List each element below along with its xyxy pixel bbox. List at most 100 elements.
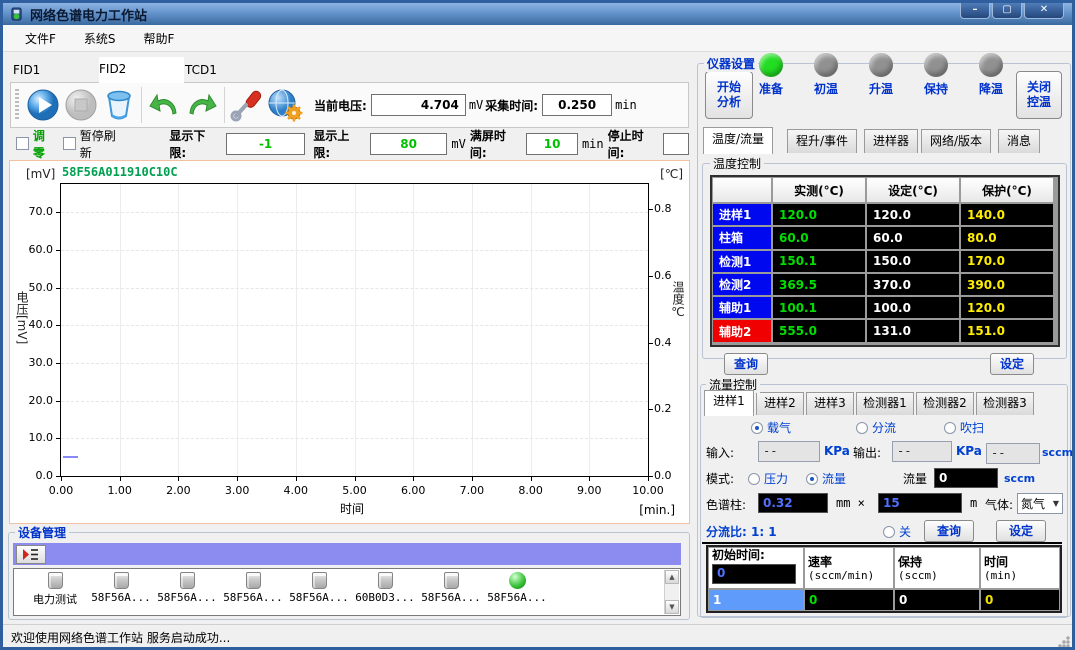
temp-query-button[interactable]: 查询 bbox=[724, 353, 768, 375]
y-tick-mark bbox=[56, 250, 61, 251]
flow-set-button[interactable]: 设定 bbox=[996, 520, 1046, 542]
back-arrow-icon[interactable] bbox=[145, 86, 183, 124]
device-item[interactable]: 58F56A... bbox=[286, 572, 352, 607]
menu-item[interactable]: 文件F bbox=[25, 30, 56, 47]
menu-item[interactable]: 帮助F bbox=[144, 30, 175, 47]
radio-icon[interactable] bbox=[751, 422, 763, 434]
scroll-down-icon[interactable]: ▼ bbox=[665, 600, 679, 614]
device-item[interactable]: 58F56A... bbox=[484, 572, 550, 607]
close-heating-button[interactable]: 关闭 控温 bbox=[1016, 71, 1062, 119]
flow-tab-inj3[interactable]: 进样3 bbox=[806, 392, 854, 415]
stop-time-input[interactable] bbox=[663, 133, 689, 155]
upper-limit-input[interactable]: 80 bbox=[370, 133, 448, 155]
row-name[interactable]: 检测2 bbox=[713, 274, 771, 295]
column-diameter-field[interactable]: 0.32 bbox=[758, 493, 828, 513]
toolbar-grip[interactable] bbox=[15, 89, 19, 121]
resize-grip[interactable] bbox=[1057, 635, 1070, 648]
radio-icon[interactable] bbox=[944, 422, 956, 434]
gas-dropdown[interactable]: 氮气 ▼ bbox=[1017, 493, 1063, 514]
device-scrollbar[interactable]: ▲ ▼ bbox=[664, 570, 679, 614]
x-gridline bbox=[120, 184, 121, 476]
device-item[interactable]: 电力测试 bbox=[22, 572, 88, 607]
tab-injector[interactable]: 进样器 bbox=[864, 129, 918, 153]
row-name[interactable]: 辅助1 bbox=[713, 297, 771, 318]
output2-field[interactable]: -- bbox=[986, 443, 1040, 464]
forward-arrow-icon[interactable] bbox=[183, 86, 221, 124]
output-field[interactable]: -- bbox=[892, 441, 952, 462]
column-length-field[interactable]: 15 bbox=[878, 493, 962, 513]
device-item[interactable]: 58F56A... bbox=[418, 572, 484, 607]
close-button[interactable]: ✕ bbox=[1024, 3, 1064, 19]
tab-messages[interactable]: 消息 bbox=[998, 129, 1040, 153]
row-name[interactable]: 柱箱 bbox=[713, 227, 771, 248]
row-name[interactable]: 检测1 bbox=[713, 251, 771, 272]
carrier-gas-radio[interactable]: 载气 bbox=[751, 419, 791, 436]
pressure-radio[interactable]: 压力 bbox=[748, 470, 788, 487]
ramp-row-index[interactable]: 1 bbox=[709, 590, 803, 610]
network-settings-icon[interactable] bbox=[266, 86, 304, 124]
y-tick-mark bbox=[56, 288, 61, 289]
menu-item[interactable]: 系统S bbox=[84, 30, 116, 47]
clear-icon[interactable] bbox=[100, 86, 138, 124]
radio-icon[interactable] bbox=[806, 473, 818, 485]
protect-value: 390.0 bbox=[961, 274, 1053, 295]
flow-query-button[interactable]: 查询 bbox=[924, 520, 974, 542]
row-name[interactable]: 辅助2 bbox=[713, 320, 771, 341]
tab-network-version[interactable]: 网络/版本 bbox=[921, 129, 991, 153]
y-tick-label: 70.0 bbox=[15, 205, 53, 218]
y-axis-title: 电压[mV] bbox=[14, 291, 31, 344]
radio-icon[interactable] bbox=[748, 473, 760, 485]
close-heating-line1: 关闭 bbox=[1017, 80, 1061, 95]
device-item[interactable]: 58F56A... bbox=[220, 572, 286, 607]
temp-set-button[interactable]: 设定 bbox=[990, 353, 1034, 375]
row-name[interactable]: 进样1 bbox=[713, 204, 771, 225]
flow-value-label: 流量 bbox=[903, 470, 927, 487]
fullscreen-time-input[interactable]: 10 bbox=[526, 133, 578, 155]
plot-area[interactable]: 0.00 1.00 2.00 3.00 4.00 bbox=[60, 183, 649, 477]
device-list-button[interactable] bbox=[16, 545, 46, 564]
menu-bar: 文件F 系统S 帮助F bbox=[3, 25, 1072, 52]
tools-icon[interactable] bbox=[228, 86, 266, 124]
input-field[interactable]: -- bbox=[758, 441, 820, 462]
device-item[interactable]: 60B0D3... bbox=[352, 572, 418, 607]
measured-value: 150.1 bbox=[773, 251, 865, 272]
device-item[interactable]: 58F56A... bbox=[88, 572, 154, 607]
flow-tab-det1[interactable]: 检测器1 bbox=[856, 392, 914, 415]
pause-refresh-checkbox[interactable] bbox=[63, 137, 76, 150]
flow-tab-det3[interactable]: 检测器3 bbox=[976, 392, 1034, 415]
measured-value: 60.0 bbox=[773, 227, 865, 248]
off-radio[interactable]: 关 bbox=[883, 523, 911, 540]
chart-panel: 58F56A011910C10C [mV] [℃] 0.00 1.00 2.00 bbox=[9, 160, 690, 524]
tab-fid1[interactable]: FID1 bbox=[13, 59, 98, 82]
play-icon[interactable] bbox=[24, 86, 62, 124]
lower-limit-input[interactable]: -1 bbox=[226, 133, 306, 155]
zero-checkbox[interactable] bbox=[16, 137, 29, 150]
tab-fid2[interactable]: FID2 bbox=[99, 57, 184, 83]
stop-icon[interactable] bbox=[62, 86, 100, 124]
device-label: 60B0D3... bbox=[355, 591, 415, 604]
purge-radio[interactable]: 吹扫 bbox=[944, 419, 984, 436]
flow-mode-radio[interactable]: 流量 bbox=[806, 470, 846, 487]
title-bar[interactable]: 网络色谱电力工作站 – ▢ ✕ bbox=[3, 3, 1072, 25]
scroll-up-icon[interactable]: ▲ bbox=[665, 570, 679, 584]
maximize-button[interactable]: ▢ bbox=[992, 3, 1022, 19]
upper-limit-unit: mV bbox=[451, 137, 465, 151]
tab-temp-flow[interactable]: 温度/流量 bbox=[703, 127, 773, 154]
flow-tab-inj2[interactable]: 进样2 bbox=[756, 392, 804, 415]
flow-tab-inj1[interactable]: 进样1 bbox=[704, 390, 754, 416]
radio-icon[interactable] bbox=[856, 422, 868, 434]
indicator-dot bbox=[814, 53, 838, 77]
column-dim-unit: mm × bbox=[836, 496, 865, 510]
device-item[interactable]: 58F56A... bbox=[154, 572, 220, 607]
status-indicator: 保持 bbox=[909, 53, 963, 97]
tab-program-events[interactable]: 程升/事件 bbox=[787, 129, 857, 153]
radio-icon[interactable] bbox=[883, 526, 895, 538]
flow-tab-det2[interactable]: 检测器2 bbox=[916, 392, 974, 415]
flow-value-field[interactable]: 0 bbox=[934, 468, 998, 488]
split-radio[interactable]: 分流 bbox=[856, 419, 896, 436]
initial-time-field[interactable]: 0 bbox=[712, 564, 796, 584]
initial-time-cell: 初始时间: 0 bbox=[709, 548, 803, 588]
minimize-button[interactable]: – bbox=[960, 3, 990, 19]
tab-tcd1[interactable]: TCD1 bbox=[185, 59, 265, 82]
corner-cell bbox=[713, 178, 771, 202]
